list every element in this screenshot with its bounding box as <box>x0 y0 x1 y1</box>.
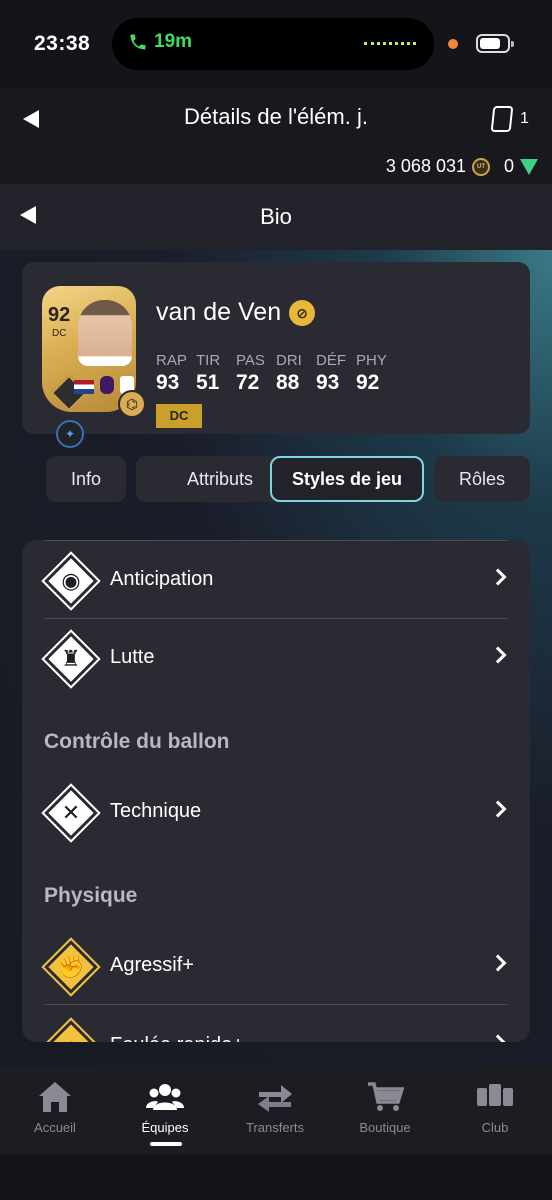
sub-header: Bio <box>0 184 552 250</box>
playstyle-row-anticipation[interactable]: ◉ Anticipation <box>22 542 530 620</box>
currency-display: 3 068 031 UT 0 <box>386 156 538 177</box>
stat-pace: RAP 93 <box>156 352 187 394</box>
coin-icon: UT <box>471 157 490 176</box>
stat-defending: DÉF 93 <box>316 352 346 394</box>
tab-info[interactable]: Info <box>46 456 126 502</box>
bottom-navigation: Accueil Équipes Transferts Boutique Club <box>0 1066 552 1154</box>
evolution-badge-icon: ✦ <box>56 420 84 448</box>
netherlands-flag-icon <box>74 380 94 394</box>
dna-icon: ⌬ <box>118 390 146 418</box>
stat-dribbling: DRI 88 <box>276 352 302 394</box>
section-title-physical: Physique <box>44 884 138 907</box>
home-icon <box>39 1082 71 1112</box>
chevron-right-icon <box>489 568 507 586</box>
tab-playstyles[interactable]: Styles de jeu <box>270 456 424 502</box>
flexed-arm-icon: ✊ <box>41 937 101 997</box>
club-icon <box>477 1084 513 1106</box>
dynamic-island[interactable]: 19m <box>112 18 434 70</box>
playstyle-label: Anticipation <box>110 568 214 590</box>
section-title-ball-control: Contrôle du ballon <box>44 730 230 753</box>
page-title: Détails de l'élém. j. <box>184 104 368 129</box>
home-indicator-area <box>0 1154 552 1200</box>
playstyle-row-technique[interactable]: ✕ Technique <box>22 774 530 852</box>
playstyle-label: Lutte <box>110 646 155 668</box>
player-stats: RAP 93 TIR 51 PAS 72 DRI 88 DÉF 93 PHY 92 <box>156 352 388 395</box>
sub-header-title: Bio <box>260 204 292 229</box>
chevron-right-icon <box>489 800 507 818</box>
status-time: 23:38 <box>34 32 91 55</box>
rocket-icon: ▲ <box>41 1017 101 1042</box>
privacy-indicator-icon <box>448 39 458 49</box>
tactics-icon: ✕ <box>41 783 101 843</box>
coin-balance: 3 068 031 <box>385 156 466 176</box>
stat-passing: PAS 72 <box>236 352 265 394</box>
player-name: van de Ven <box>156 298 282 326</box>
nav-transfers[interactable]: Transferts <box>220 1080 330 1135</box>
wrestler-icon: ♜ <box>41 629 101 689</box>
nav-home[interactable]: Accueil <box>0 1080 110 1135</box>
points-balance: 0 <box>503 156 514 176</box>
audio-waveform-icon <box>364 42 416 46</box>
pack-count: 1 <box>520 110 529 127</box>
stat-shooting: TIR 51 <box>196 352 221 394</box>
position-badge: DC <box>156 404 202 428</box>
nav-club[interactable]: Club <box>440 1080 550 1135</box>
divider <box>44 540 508 541</box>
call-indicator[interactable]: 19m <box>128 31 192 53</box>
chevron-right-icon <box>489 646 507 664</box>
divider <box>44 1004 508 1005</box>
untradeable-icon: ⊘ <box>289 299 316 326</box>
playstyle-row-agressif[interactable]: ✊ Agressif+ <box>22 928 530 1006</box>
nav-store[interactable]: Boutique <box>330 1080 440 1135</box>
battery-icon <box>476 34 514 53</box>
status-bar: 23:38 19m <box>0 0 552 88</box>
chevron-right-icon <box>489 954 507 972</box>
playstyle-label: Technique <box>110 800 202 822</box>
tab-roles[interactable]: Rôles <box>434 456 530 502</box>
playstyle-label: Agressif+ <box>110 954 194 976</box>
cart-icon <box>368 1082 405 1111</box>
playstyles-panel[interactable]: ◉ Anticipation ♜ Lutte Contrôle du ballo… <box>22 540 530 1042</box>
pack-icon[interactable] <box>490 106 514 132</box>
player-name-row: van de Ven ⊘ <box>156 298 316 327</box>
card-position: DC <box>52 328 67 339</box>
active-tab-indicator <box>150 1142 182 1146</box>
phone-icon <box>130 34 146 50</box>
stat-physical: PHY 92 <box>356 352 387 394</box>
playstyle-row-lutte[interactable]: ♜ Lutte <box>22 620 530 698</box>
playstyle-row-foulee-rapide[interactable]: ▲ Foulée rapide+ <box>22 1008 530 1042</box>
divider <box>44 618 508 619</box>
transfer-arrows-icon <box>258 1085 292 1112</box>
card-rating: 92 <box>48 304 71 326</box>
top-header: Détails de l'élém. j. 1 3 068 031 UT 0 <box>0 88 552 184</box>
people-icon <box>146 1084 184 1110</box>
points-icon <box>520 158 538 175</box>
nav-teams[interactable]: Équipes <box>110 1080 220 1135</box>
playstyle-label: Foulée rapide+ <box>110 1034 244 1042</box>
league-logo-icon <box>100 376 114 394</box>
player-summary-card: 92 DC ✦ ⌬ van de Ven ⊘ RAP 93 TIR 51 PAS 72… <box>22 262 530 448</box>
chevron-right-icon <box>489 1034 507 1042</box>
raccoon-icon: ◉ <box>41 551 101 611</box>
player-portrait <box>78 300 132 366</box>
call-duration: 19m <box>154 31 193 52</box>
